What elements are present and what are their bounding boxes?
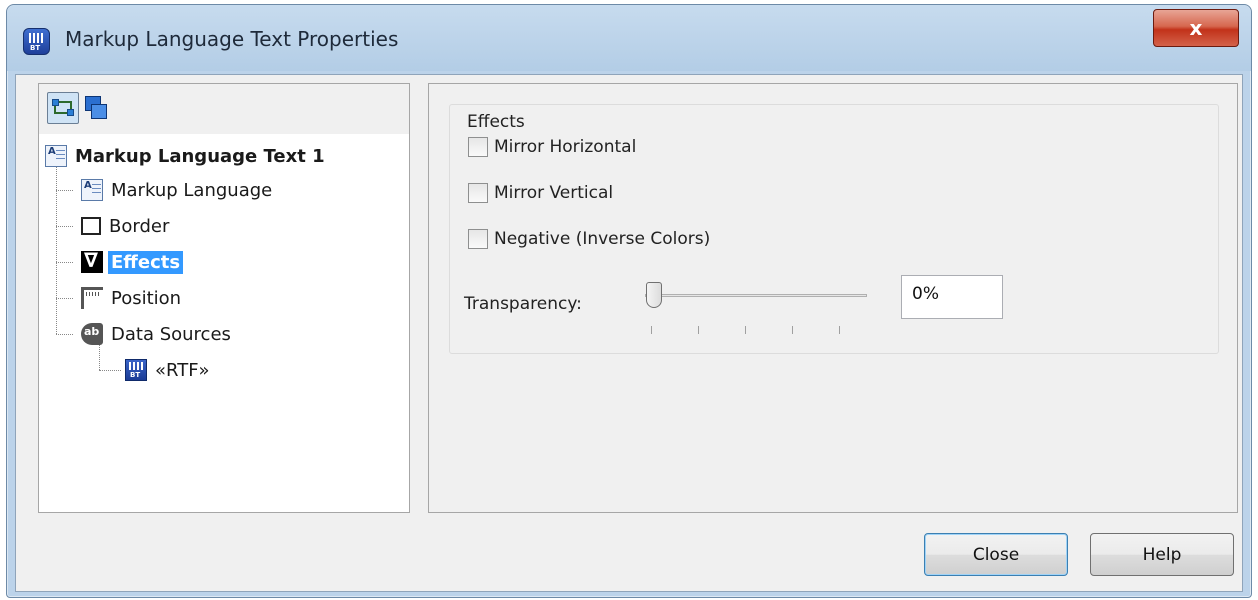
tree-item-border[interactable]: Border bbox=[81, 211, 169, 241]
tree-item-data-sources[interactable]: Data Sources bbox=[81, 319, 231, 349]
effects-panel: Effects Mirror Horizontal Mirror Vertica… bbox=[428, 83, 1238, 513]
group-title: Effects bbox=[464, 112, 528, 132]
app-icon: BT bbox=[23, 28, 50, 55]
help-button[interactable]: Help bbox=[1090, 533, 1234, 576]
ruler-icon bbox=[81, 287, 103, 309]
transparency-slider-track[interactable] bbox=[645, 294, 867, 297]
mirror-vertical-checkbox[interactable]: Mirror Vertical bbox=[468, 179, 613, 207]
border-icon bbox=[81, 217, 101, 235]
checkbox-box[interactable] bbox=[468, 183, 488, 203]
negative-checkbox[interactable]: Negative (Inverse Colors) bbox=[468, 225, 710, 253]
checkbox-box[interactable] bbox=[468, 229, 488, 249]
object-view-icon[interactable] bbox=[47, 92, 79, 124]
transparency-input[interactable]: 0% bbox=[901, 275, 1003, 319]
close-button[interactable]: Close bbox=[924, 533, 1068, 576]
window-close-button[interactable]: x bbox=[1153, 9, 1239, 47]
tree-item-rtf[interactable]: «RTF» bbox=[125, 355, 210, 385]
mirror-horizontal-checkbox[interactable]: Mirror Horizontal bbox=[468, 133, 636, 161]
title-bar[interactable]: BT Markup Language Text Properties x bbox=[7, 5, 1251, 71]
window-title: Markup Language Text Properties bbox=[65, 27, 399, 51]
properties-tree: Markup Language Text 1 Markup Language B… bbox=[39, 134, 409, 512]
tree-item-markup-language[interactable]: Markup Language bbox=[81, 175, 272, 205]
data-source-icon bbox=[81, 323, 103, 345]
transparency-slider-thumb[interactable] bbox=[646, 282, 662, 308]
tree-pane: Markup Language Text 1 Markup Language B… bbox=[38, 83, 410, 513]
tree-toolbar bbox=[39, 84, 409, 135]
tree-root-item[interactable]: Markup Language Text 1 bbox=[45, 141, 325, 171]
transparency-label: Transparency: bbox=[464, 294, 582, 314]
slider-ticks bbox=[651, 326, 863, 334]
checkbox-box[interactable] bbox=[468, 137, 488, 157]
document-icon bbox=[81, 179, 103, 201]
dialog-client: Markup Language Text 1 Markup Language B… bbox=[15, 74, 1243, 592]
tree-item-position[interactable]: Position bbox=[81, 283, 181, 313]
text-object-icon bbox=[45, 145, 67, 167]
effects-group: Effects Mirror Horizontal Mirror Vertica… bbox=[449, 104, 1219, 354]
effects-icon bbox=[81, 248, 103, 273]
barcode-label-icon bbox=[125, 359, 147, 381]
layers-view-icon[interactable] bbox=[81, 92, 113, 124]
dialog-window: BT Markup Language Text Properties x M bbox=[6, 4, 1252, 598]
tree-item-effects[interactable]: Effects bbox=[81, 247, 184, 277]
